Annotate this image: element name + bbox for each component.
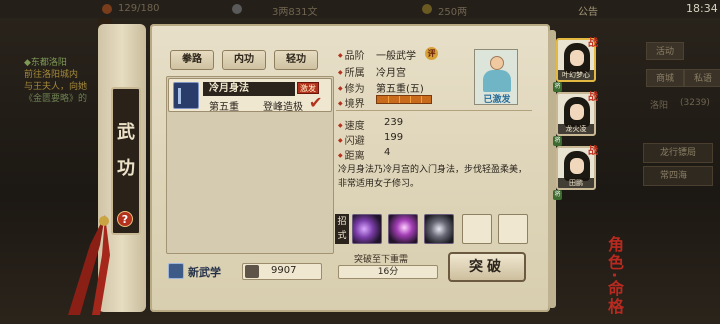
move-slot-1[interactable] [352, 214, 382, 244]
cultivation-label: 修为 [338, 80, 365, 95]
general-tag-1: 将 [553, 82, 562, 92]
new-skill-book-icon [168, 263, 184, 279]
skill-list-item[interactable]: 冷月身法 激发 第五重 登峰造极 ✔ [168, 78, 332, 113]
dodge-value: 199 [384, 132, 404, 143]
monk-body-icon [483, 70, 511, 92]
grade-badge[interactable]: 评 [425, 47, 438, 60]
breakthrough-label: 突破至下重需 [354, 255, 409, 265]
location-name: 洛阳 [650, 101, 669, 111]
energy-value: 129/180 [118, 3, 160, 14]
check-icon: ✔ [309, 93, 323, 112]
skill-book-icon [173, 82, 199, 109]
move-slot-3[interactable] [424, 214, 454, 244]
range-label: 距离 [338, 147, 365, 162]
divider [336, 110, 532, 111]
title-char-2: 功 [117, 158, 135, 179]
mastered-label: 已激发 [483, 95, 511, 105]
tab-inner-power[interactable]: 内功 [222, 50, 266, 70]
move-slot-5[interactable] [498, 214, 528, 244]
scroll-right-roll [548, 30, 556, 308]
character-name-3: 田鹏 [558, 178, 594, 188]
monk-head-icon [490, 56, 504, 70]
skill-description: 冷月身法乃冷月宫的入门身法，步伐轻盈柔美，非常适用女子修习。 [338, 165, 528, 189]
skill-mastery: 登峰造极 [263, 102, 303, 113]
escort-agency-button[interactable]: 龙行镖局 [643, 143, 713, 163]
title-char-1: 武 [117, 122, 135, 143]
skill-name: 冷月身法 [203, 82, 295, 96]
shop-button[interactable]: 商城 [646, 69, 684, 87]
battle-tag-1: 战 [588, 38, 598, 49]
activity-button[interactable]: 活动 [646, 42, 684, 60]
points-value: 9907 [271, 265, 297, 276]
moves-label: 招式 [335, 214, 349, 244]
grade-label: 品阶 [338, 47, 365, 62]
location-coords: (3239) [680, 98, 710, 108]
gold-icon [422, 4, 432, 14]
skill-level: 第五重 [209, 102, 239, 113]
general-tag-3: 将 [553, 190, 562, 200]
avatar-face [570, 104, 584, 120]
range-value: 4 [384, 147, 391, 158]
breakthrough-button[interactable]: 突破 [448, 252, 526, 282]
energy-icon [102, 4, 112, 14]
battle-tag-2: 战 [588, 92, 598, 103]
cultivation-value: 第五重(五) [376, 84, 424, 95]
grade-value: 一般武学 [376, 51, 416, 62]
realm-progress-bar [376, 95, 432, 104]
realm-label: 境界 [338, 95, 365, 110]
gold-value: 250两 [438, 7, 468, 18]
role-fate-button[interactable]: 角色·命格 [605, 236, 624, 316]
tab-lightness[interactable]: 轻功 [274, 50, 318, 70]
npc-button[interactable]: 常四海 [643, 166, 713, 186]
points-box: 9907 [242, 263, 322, 280]
general-tag-2: 将 [553, 136, 562, 146]
breakthrough-cost: 16分 [338, 265, 438, 279]
move-slot-4[interactable] [462, 214, 492, 244]
avatar-face [570, 158, 584, 174]
battle-tag-3: 战 [588, 146, 598, 157]
silver-icon [232, 4, 242, 14]
character-name-1: 叶幻梦心 [558, 70, 594, 80]
top-hud: 129/180 3两831文 250两 公告 18:34 [0, 0, 720, 18]
speed-label: 速度 [338, 117, 365, 132]
new-skill-button[interactable]: 新武学 [188, 264, 221, 280]
help-icon[interactable]: ? [117, 211, 133, 227]
speed-value: 239 [384, 117, 404, 128]
character-name-2: 龙火凌 [558, 124, 594, 134]
points-icon [245, 265, 259, 278]
move-slot-2[interactable] [388, 214, 418, 244]
whisper-button[interactable]: 私语 [684, 69, 720, 87]
silver-value: 3两831文 [272, 7, 318, 18]
dodge-label: 闪避 [338, 132, 365, 147]
school-value: 冷月宫 [376, 68, 406, 79]
clock: 18:34 [686, 2, 718, 15]
notice-button[interactable]: 公告 [578, 3, 598, 18]
tab-fist[interactable]: 拳路 [170, 50, 214, 70]
school-label: 所属 [338, 64, 365, 79]
avatar-face [570, 50, 584, 66]
skill-portrait: 已激发 [474, 49, 518, 105]
